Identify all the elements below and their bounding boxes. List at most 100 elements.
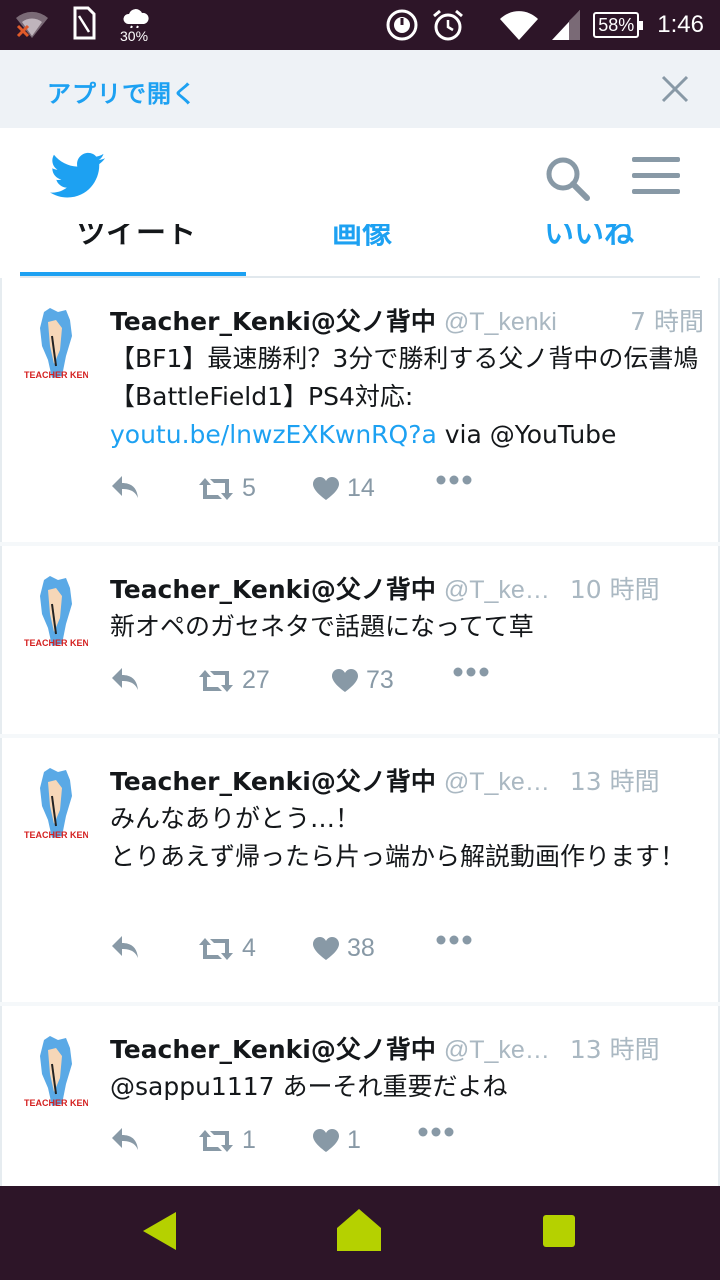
wifi-off-icon xyxy=(16,11,48,38)
like-count: 38 xyxy=(347,934,375,962)
twitter-bird-logo[interactable] xyxy=(50,152,106,200)
tweet-author-name[interactable]: Teacher_Kenki@父ノ背中 xyxy=(110,1030,436,1066)
svg-text:TEACHER KENKI: TEACHER KENKI xyxy=(24,370,88,380)
open-in-app-banner: アプリで開く xyxy=(0,50,720,128)
recent-apps-icon[interactable] xyxy=(541,1214,577,1248)
reply-icon xyxy=(112,1128,138,1150)
cloud-icon xyxy=(123,9,149,28)
tweet-text: 新オペのガセネタで話題になってて草 xyxy=(110,608,710,646)
more-icon xyxy=(453,667,489,677)
tweet-item[interactable]: TEACHER KENKI Teacher_Kenki@父ノ背中 @T_kenk… xyxy=(0,546,720,734)
reply-button[interactable] xyxy=(110,934,140,960)
open-in-app-link[interactable]: アプリで開く xyxy=(47,74,197,109)
heart-icon xyxy=(313,936,339,960)
reply-icon xyxy=(112,668,138,690)
reply-button[interactable] xyxy=(110,666,140,692)
avatar[interactable]: TEACHER KENKI xyxy=(22,306,88,382)
signal-icon xyxy=(552,10,581,40)
avatar[interactable]: TEACHER KENKI xyxy=(22,1034,88,1110)
data-saver-icon xyxy=(386,9,418,41)
tab-tweets[interactable]: ツイート xyxy=(76,224,196,252)
tweet-timestamp[interactable]: 7 時間 xyxy=(630,302,704,338)
retweet-button[interactable]: 5 xyxy=(198,474,256,503)
reply-button[interactable] xyxy=(110,474,140,500)
tweet-author-handle[interactable]: @T_kenki xyxy=(444,308,614,337)
reply-icon xyxy=(112,936,138,958)
retweet-icon xyxy=(199,477,233,500)
retweet-button[interactable]: 4 xyxy=(198,934,256,963)
tweet-timestamp[interactable]: 10 時間 xyxy=(570,570,660,606)
more-options-button[interactable] xyxy=(418,1126,454,1138)
retweet-button[interactable]: 27 xyxy=(198,666,270,695)
tweet-item[interactable]: TEACHER KENKI Teacher_Kenki@父ノ背中 @T_kenk… xyxy=(0,278,720,542)
tab-media[interactable]: 画像 xyxy=(332,224,392,252)
tweet-author-handle[interactable]: @T_kenki xyxy=(444,1036,554,1065)
tweet-author-name[interactable]: Teacher_Kenki@父ノ背中 xyxy=(110,762,436,798)
like-button[interactable]: 73 xyxy=(332,666,394,695)
tweet-actions: 1 1 xyxy=(110,1126,630,1166)
more-options-button[interactable] xyxy=(436,934,472,946)
tweet-actions: 27 73 xyxy=(110,666,630,706)
retweet-count: 27 xyxy=(242,666,270,694)
tweet-item[interactable]: TEACHER KENKI Teacher_Kenki@父ノ背中 @T_kenk… xyxy=(0,1006,720,1186)
close-icon[interactable] xyxy=(660,74,690,104)
tweet-text-main: 【BF1】最速勝利？3分で勝利する父ノ背中の伝書鳩【BattleField1】P… xyxy=(110,344,699,411)
home-icon[interactable] xyxy=(336,1208,382,1252)
avatar[interactable]: TEACHER KENKI xyxy=(22,766,88,842)
wifi-icon xyxy=(500,11,539,40)
more-options-button[interactable] xyxy=(453,666,489,678)
retweet-count: 4 xyxy=(242,934,256,962)
tweet-timestamp[interactable]: 13 時間 xyxy=(570,1030,660,1066)
like-button[interactable]: 14 xyxy=(313,474,375,503)
clock: 1:46 xyxy=(657,11,704,38)
tweet-text-main: 新オペのガセネタで話題になってて草 xyxy=(110,612,534,641)
sim-card-icon xyxy=(73,6,96,40)
tweet-header: Teacher_Kenki@父ノ背中 @T_kenki 13 時間 xyxy=(110,762,704,802)
svg-text:TEACHER KENKI: TEACHER KENKI xyxy=(24,1098,88,1108)
tweet-text: @sappu1117 あーそれ重要だよね xyxy=(110,1068,710,1106)
like-count: 14 xyxy=(347,474,375,502)
weather-percent: 30% xyxy=(120,28,149,44)
avatar[interactable]: TEACHER KENKI xyxy=(22,574,88,650)
tweet-item[interactable]: TEACHER KENKI Teacher_Kenki@父ノ背中 @T_kenk… xyxy=(0,738,720,1002)
tweet-list: TEACHER KENKI Teacher_Kenki@父ノ背中 @T_kenk… xyxy=(0,278,720,1186)
like-count: 1 xyxy=(347,1126,361,1154)
more-options-button[interactable] xyxy=(436,474,472,486)
tweet-text-main: みんなありがとう…！ とりあえず帰ったら片っ端から解説動画作ります！ xyxy=(110,804,686,871)
retweet-count: 1 xyxy=(242,1126,256,1154)
retweet-icon xyxy=(199,1129,233,1152)
retweet-count: 5 xyxy=(242,474,256,502)
svg-text:TEACHER KENKI: TEACHER KENKI xyxy=(24,638,88,648)
tweet-author-name[interactable]: Teacher_Kenki@父ノ背中 xyxy=(110,302,436,338)
search-icon[interactable] xyxy=(543,154,591,202)
tweet-actions: 4 38 xyxy=(110,934,630,974)
battery-level: 58% xyxy=(598,15,635,35)
heart-icon xyxy=(313,1128,339,1152)
tweet-timestamp[interactable]: 13 時間 xyxy=(570,762,660,798)
back-icon[interactable] xyxy=(140,1210,180,1252)
heart-icon xyxy=(313,476,339,500)
hamburger-menu-icon[interactable] xyxy=(630,154,682,198)
like-button[interactable]: 38 xyxy=(313,934,375,963)
tweet-author-handle[interactable]: @T_kenki xyxy=(444,576,554,605)
reply-icon xyxy=(112,476,138,498)
tweet-text-after: via @YouTube xyxy=(436,420,617,449)
tweet-header: Teacher_Kenki@父ノ背中 @T_kenki 10 時間 xyxy=(110,570,704,610)
tweet-actions: 5 14 xyxy=(110,474,630,514)
tweet-link[interactable]: youtu.be/lnwzEXKwnRQ?a xyxy=(110,420,437,449)
tweet-author-handle[interactable]: @T_kenki xyxy=(444,768,554,797)
reply-button[interactable] xyxy=(110,1126,140,1152)
more-icon xyxy=(436,475,472,485)
status-bar: 30% 58% 1:46 xyxy=(0,0,720,50)
tweet-text: 【BF1】最速勝利？3分で勝利する父ノ背中の伝書鳩【BattleField1】P… xyxy=(110,340,710,454)
retweet-button[interactable]: 1 xyxy=(198,1126,256,1155)
like-button[interactable]: 1 xyxy=(313,1126,361,1155)
tweet-text-main: @sappu1117 あーそれ重要だよね xyxy=(110,1072,508,1101)
svg-text:TEACHER KENKI: TEACHER KENKI xyxy=(24,830,88,840)
tweet-author-name[interactable]: Teacher_Kenki@父ノ背中 xyxy=(110,570,436,606)
tweet-header: Teacher_Kenki@父ノ背中 @T_kenki 7 時間 xyxy=(110,302,704,342)
tab-likes[interactable]: いいね xyxy=(544,224,634,252)
app-header xyxy=(0,128,720,224)
retweet-icon xyxy=(199,669,233,692)
tweet-header: Teacher_Kenki@父ノ背中 @T_kenki 13 時間 xyxy=(110,1030,704,1070)
